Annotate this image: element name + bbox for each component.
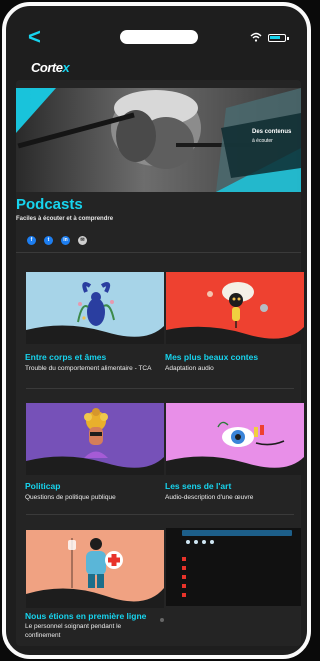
podcast-image-3[interactable] [26,403,164,475]
podcast-title-2[interactable]: Mes plus beaux contes [165,352,258,362]
divider [16,252,301,253]
page-subtitle: Faciles à écouter et à comprendre [16,216,114,222]
podcast-title-3[interactable]: Politicap [25,481,60,491]
playlist-row[interactable] [166,583,301,591]
podcast-desc-2: Adaptation audio [165,365,214,372]
hero-banner: Des contenus à écouter [16,88,301,192]
podcast-desc-4: Audio-description d'une œuvre [165,494,254,501]
hero-subtitle: à écouter [252,138,273,144]
hero-title: Des contenus [252,129,292,135]
notch [120,30,198,44]
podcast-image-2[interactable] [166,272,304,344]
playlist-preview[interactable] [166,528,301,606]
facebook-icon[interactable]: f [27,236,36,245]
playlist-row[interactable] [166,565,301,573]
email-icon[interactable]: ✉ [78,236,87,245]
battery-icon [268,34,289,42]
page-title: Podcasts [16,196,83,213]
playlist-header-bar [182,530,292,536]
playlist-row[interactable] [166,556,301,564]
divider [26,388,294,389]
wifi-icon [250,32,262,42]
linkedin-icon[interactable]: in [61,236,70,245]
back-icon[interactable]: < [28,26,41,48]
status-bar: < [6,6,307,50]
playlist-row[interactable] [166,574,301,582]
playlist-controls [186,540,214,544]
scroll-indicator [160,618,164,622]
podcast-desc-3: Questions de politique publique [25,494,116,501]
podcast-image-4[interactable] [166,403,304,475]
podcast-desc-5: Le personnel soignant pendant le confine… [25,623,122,639]
podcast-title-5[interactable]: Nous étions en première ligne [25,611,146,621]
divider [26,514,294,515]
cortex-logo[interactable]: Cortex [31,60,70,75]
podcast-title-1[interactable]: Entre corps et âmes [25,352,106,362]
podcast-title-4[interactable]: Les sens de l'art [165,481,231,491]
playlist-row[interactable] [166,592,301,600]
podcast-image-1[interactable] [26,272,164,344]
podcast-desc-1: Trouble du comportement alimentaire - TC… [25,365,152,372]
twitter-icon[interactable]: t [44,236,53,245]
podcast-image-5[interactable] [26,530,164,608]
